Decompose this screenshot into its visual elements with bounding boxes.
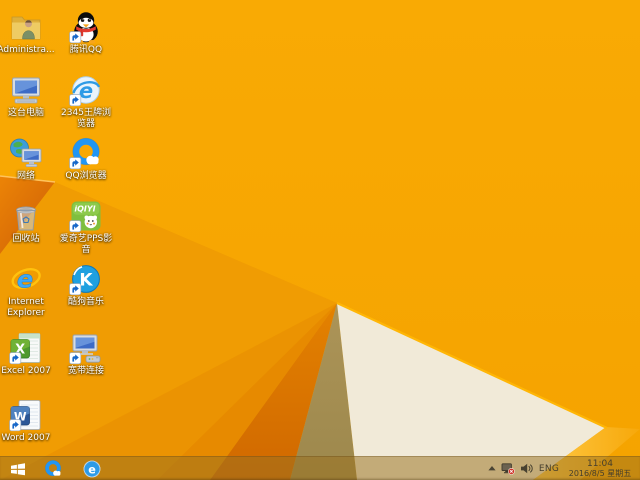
desktop-icon-administrator-folder[interactable]: Administra... xyxy=(0,10,57,56)
desktop-icon-network[interactable]: 网络 xyxy=(0,136,57,182)
desktop-icon-label: 网络 xyxy=(16,171,35,181)
shortcut-arrow-icon xyxy=(9,419,22,432)
chevron-up-icon xyxy=(487,466,496,471)
kugou-icon: K xyxy=(69,265,100,296)
taskbar-2345-browser[interactable]: e xyxy=(77,457,107,480)
language-indicator[interactable]: ENG xyxy=(535,457,563,480)
e-2345-task-icon: e xyxy=(83,460,101,477)
svg-text:e: e xyxy=(88,463,96,476)
desktop-icon-internet-explorer[interactable]: e Internet Explorer xyxy=(0,262,57,319)
desktop-icon-iqiyi-pps[interactable]: iQIYI 爱奇艺PPS影音 xyxy=(55,199,117,256)
desktop-icon-label: 回收站 xyxy=(12,234,40,244)
svg-text:e: e xyxy=(17,266,33,294)
svg-text:iQIYI: iQIYI xyxy=(74,205,95,214)
network-disconnected-icon xyxy=(501,462,515,475)
network-globe-icon xyxy=(10,138,42,167)
shortcut-arrow-icon xyxy=(69,220,82,233)
computer-icon xyxy=(12,77,40,104)
shortcut-arrow-icon xyxy=(69,31,82,44)
desktop-icon-excel-2007[interactable]: X Excel 2007 xyxy=(0,331,57,377)
desktop-icon-label: 酷狗音乐 xyxy=(67,297,104,307)
start-button[interactable] xyxy=(2,457,34,480)
desktop-icon-label: Word 2007 xyxy=(1,433,51,443)
desktop-icon-label: Administra... xyxy=(0,45,55,55)
svg-text:K: K xyxy=(79,271,93,291)
desktop-icon-label: 宽带连接 xyxy=(67,366,104,376)
desktop-icon-label: 爱奇艺PPS影音 xyxy=(59,234,113,255)
ie-icon: e xyxy=(11,265,41,294)
desktop-icon-label: 这台电脑 xyxy=(7,108,44,118)
desktop-icon-label: Internet Explorer xyxy=(7,297,45,318)
clock-date: 2016/8/5 星期五 xyxy=(568,468,632,478)
volume-icon[interactable] xyxy=(517,457,535,480)
network-status-icon[interactable] xyxy=(499,457,517,480)
e-2345-icon: e xyxy=(69,76,101,107)
desktop-icon-broadband[interactable]: 宽带连接 xyxy=(55,331,117,377)
shortcut-arrow-icon xyxy=(69,283,82,296)
system-tray: ENG 11:04 2016/8/5 星期五 xyxy=(484,457,640,480)
word-icon: W xyxy=(9,400,41,432)
desktop-icon-qq-browser[interactable]: QQ浏览器 xyxy=(55,136,117,182)
desktop-icon-browser-2345[interactable]: e 2345王牌浏览器 xyxy=(55,73,117,130)
shortcut-arrow-icon xyxy=(9,352,22,365)
desktop-icon-label: QQ浏览器 xyxy=(65,171,107,181)
shortcut-arrow-icon xyxy=(69,157,82,170)
desktop-icon-tencent-qq[interactable]: 腾讯QQ xyxy=(55,10,117,56)
broadband-icon xyxy=(69,334,101,365)
folder-user-icon xyxy=(11,16,41,40)
qq-browser-ring-icon xyxy=(45,459,61,476)
taskbar-qq-browser[interactable] xyxy=(38,457,68,480)
desktop-icon-word-2007[interactable]: W Word 2007 xyxy=(0,398,57,444)
screen: Administra... 腾讯QQ 这台电脑 e 2345王牌浏览器 网络 QQ浏览器 回收… xyxy=(0,0,640,480)
shortcut-arrow-icon xyxy=(69,352,82,365)
clock[interactable]: 11:04 2016/8/5 星期五 xyxy=(563,458,640,478)
desktop-icon-kugou-music[interactable]: K 酷狗音乐 xyxy=(55,262,117,308)
desktop-icon-recycle-bin[interactable]: 回收站 xyxy=(0,199,57,245)
show-hidden-icons-button[interactable] xyxy=(484,457,499,480)
desktop-icon-label: Excel 2007 xyxy=(1,366,51,376)
clock-time: 11:04 xyxy=(587,458,613,469)
windows-logo-icon xyxy=(11,462,25,475)
desktop-icon-label: 2345王牌浏览器 xyxy=(61,108,111,129)
iqiyi-icon: iQIYI xyxy=(69,201,101,233)
speaker-icon xyxy=(520,463,533,474)
desktop[interactable]: Administra... 腾讯QQ 这台电脑 e 2345王牌浏览器 网络 QQ浏览器 回收… xyxy=(0,0,640,456)
taskbar: e ENG 11:04 2016/8/5 星期五 xyxy=(0,456,640,480)
qq-browser-ring-icon xyxy=(69,137,100,170)
excel-icon: X xyxy=(9,333,41,365)
desktop-icon-this-pc[interactable]: 这台电脑 xyxy=(0,73,57,119)
qq-penguin-icon xyxy=(69,12,98,44)
language-label: ENG xyxy=(538,463,560,474)
shortcut-arrow-icon xyxy=(69,94,82,107)
desktop-icon-label: 腾讯QQ xyxy=(69,45,103,55)
recycle-bin-icon xyxy=(16,206,36,231)
